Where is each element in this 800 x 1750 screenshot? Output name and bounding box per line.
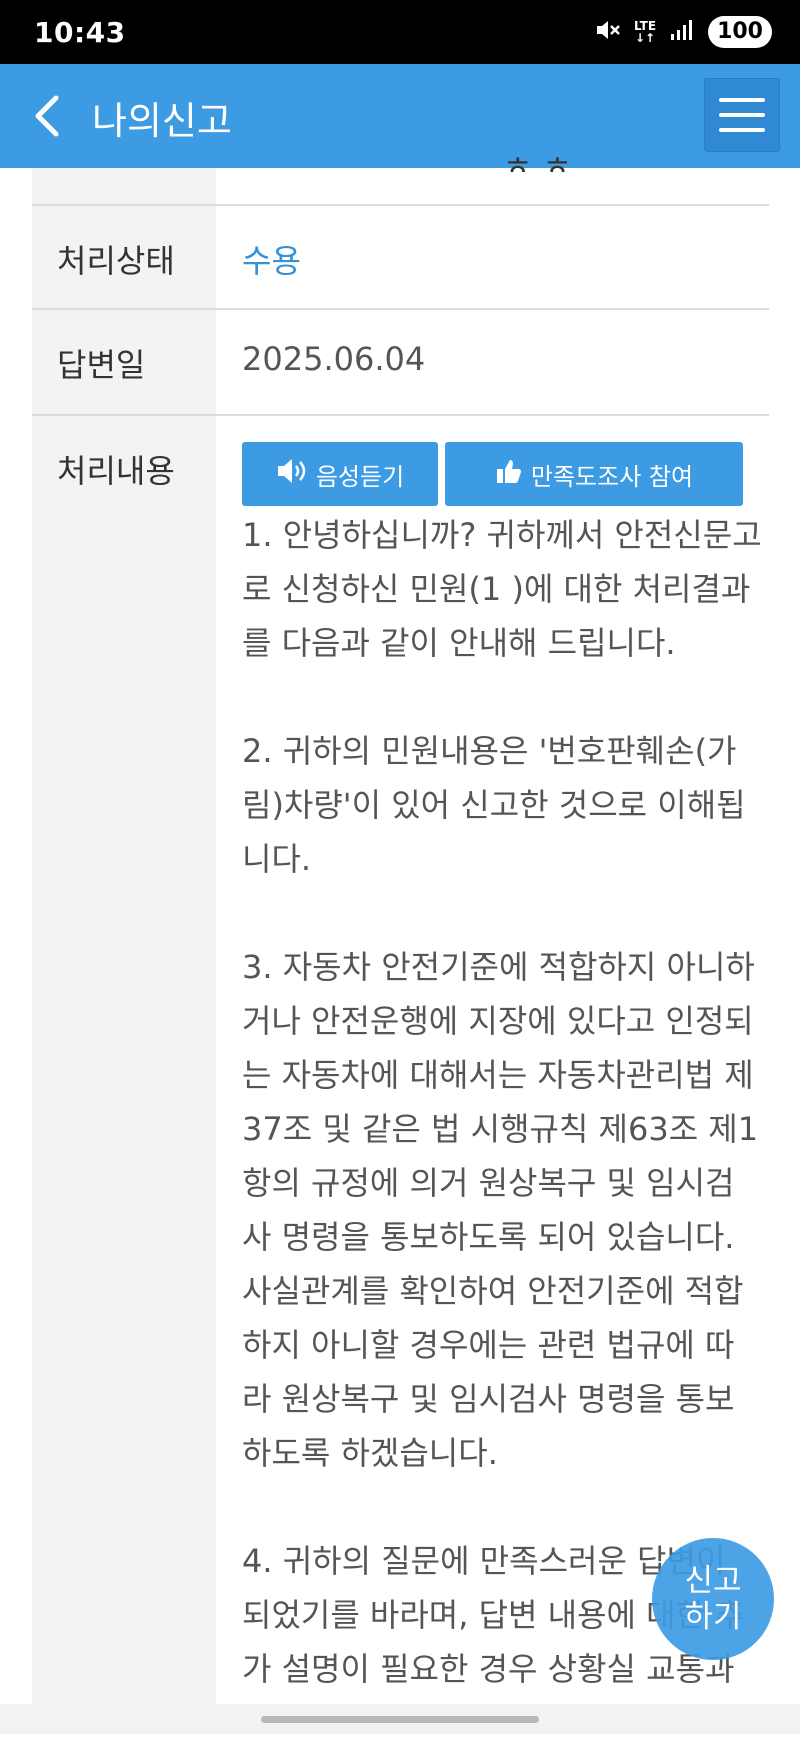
answer-paragraph-3: 3. 자동차 안전기준에 적합하지 아니하거나 안전운행에 지장에 있다고 인정… (242, 948, 759, 1472)
navigation-bar (0, 1704, 800, 1734)
battery-indicator: 100 (708, 16, 772, 48)
processing-content-label: 처리내용 (57, 452, 175, 490)
lte-label: LTE (634, 19, 657, 33)
status-icons: LTE ↓↑ 100 (594, 16, 772, 48)
row-divider (32, 308, 769, 310)
status-time: 10:43 (34, 16, 126, 49)
speaker-icon (276, 457, 308, 491)
report-fab-button[interactable]: 신고 하기 (652, 1538, 774, 1660)
thumbs-up-icon (495, 457, 523, 491)
answer-date-label: 답변일 (57, 346, 146, 384)
row-divider (32, 204, 769, 206)
satisfaction-survey-label: 만족도조사 참여 (530, 462, 694, 491)
satisfaction-survey-button[interactable]: 만족도조사 참여 (445, 442, 743, 506)
label-column (32, 168, 216, 1704)
page-title: 나의신고 (92, 99, 232, 143)
answer-date-value: 2025.06.04 (242, 340, 426, 378)
mute-icon (594, 17, 620, 47)
signal-icon (670, 18, 694, 46)
status-value: 수용 (242, 242, 301, 280)
answer-paragraph-2: 2. 귀하의 민원내용은 '번호판훼손(가림)차량'이 있어 신고한 것으로 이… (242, 732, 746, 878)
hamburger-menu-icon[interactable] (704, 78, 780, 152)
lte-icon: LTE ↓↑ (634, 19, 657, 45)
voice-listen-button[interactable]: 음성듣기 (242, 442, 438, 506)
voice-listen-label: 음성듣기 (315, 462, 405, 491)
status-label: 처리상태 (57, 242, 175, 280)
redacted-number (501, 570, 511, 608)
fab-label-line1: 신고 (684, 1563, 742, 1599)
answer-paragraph-1: 1. 안녕하십니까? 귀하께서 안전신문고로 신청하신 민원(1 )에 대한 처… (242, 508, 762, 670)
clipped-previous-row: _ _ _ ___ _ ㅎ ㅎ (340, 152, 572, 172)
home-indicator[interactable] (261, 1716, 539, 1723)
row-divider (32, 414, 769, 416)
status-bar: 10:43 LTE ↓↑ 100 (0, 0, 800, 64)
chevron-left-icon[interactable] (30, 92, 70, 140)
report-detail-table: _ _ _ ___ _ ㅎ ㅎ 처리상태 수용 답변일 2025.06.04 처… (0, 152, 800, 1704)
fab-label-line2: 하기 (684, 1599, 742, 1635)
